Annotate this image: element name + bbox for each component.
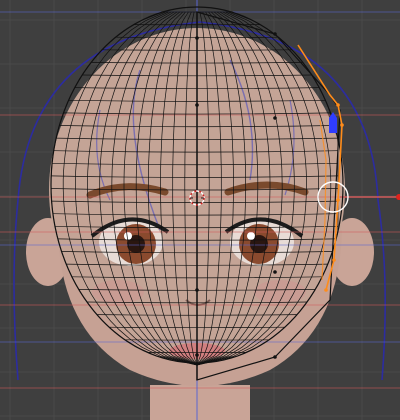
mesh-vertex [195, 288, 199, 292]
3d-viewport[interactable] [0, 0, 400, 420]
selected-vertex [336, 198, 340, 202]
selected-vertex [324, 288, 328, 292]
viewport-canvas[interactable] [0, 0, 400, 420]
right-eye-highlight [247, 232, 255, 240]
selected-vertex [340, 123, 344, 127]
mesh-vertex [195, 103, 199, 107]
mesh-vertex [273, 32, 277, 36]
selected-vertex [336, 103, 340, 107]
mesh-vertex [273, 116, 277, 120]
selected-vertex [332, 258, 336, 262]
mesh-vertex [273, 270, 277, 274]
left-eye-highlight [124, 232, 132, 240]
mesh-vertex [195, 353, 199, 357]
mesh-vertex [273, 355, 277, 359]
mesh-vertex [195, 36, 199, 40]
neck [150, 385, 250, 420]
vertex-red-dot [396, 194, 400, 200]
